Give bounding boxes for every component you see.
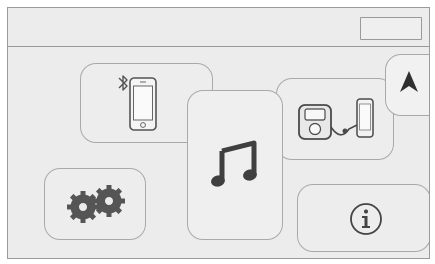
device-connect-tile[interactable] bbox=[276, 78, 394, 160]
status-box bbox=[360, 17, 422, 40]
device-connect-icon bbox=[298, 98, 374, 140]
head-unit-screen bbox=[7, 7, 430, 259]
navigation-tile[interactable] bbox=[385, 54, 429, 116]
top-status-bar bbox=[8, 8, 429, 47]
bluetooth-phone-icon bbox=[118, 75, 157, 131]
info-tile[interactable] bbox=[297, 184, 429, 252]
music-tile[interactable] bbox=[187, 90, 283, 240]
settings-tile[interactable] bbox=[44, 168, 146, 240]
info-icon bbox=[350, 203, 382, 235]
gears-icon bbox=[67, 185, 125, 223]
music-note-icon bbox=[211, 140, 257, 187]
navigation-arrow-icon bbox=[400, 71, 418, 92]
